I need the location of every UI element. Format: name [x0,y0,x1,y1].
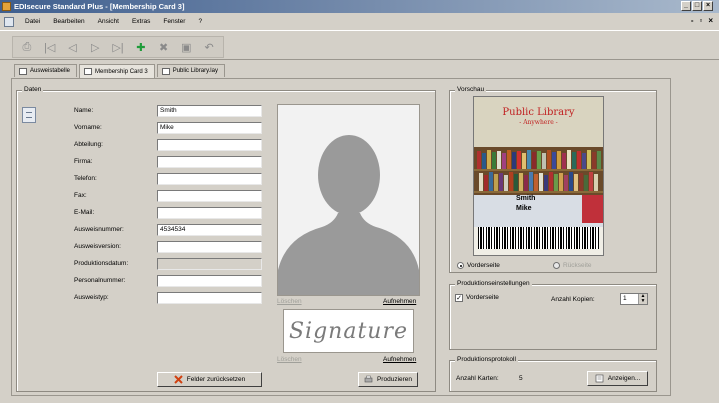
label-fax: Fax: [74,192,87,199]
record-icon [22,107,36,123]
signature-box: Signature [283,309,414,353]
label-ausweisversion: Ausweisversion: [74,243,121,250]
photo-delete-link: Löschen [277,298,302,305]
card-name: Smith Mike [516,195,536,212]
bookshelf-image [474,147,603,195]
label-email: E-Mail: [74,209,95,216]
document-icon[interactable] [4,16,14,27]
reset-fields-button[interactable]: Felder zurücksetzen [157,372,262,387]
firma-field[interactable] [157,156,262,168]
prev-icon[interactable]: ◁ [63,38,83,56]
signature-text: Signature [288,318,409,344]
produktionsdatum-field [157,258,262,270]
label-ausweisnummer: Ausweisnummer: [74,226,124,233]
table-icon [19,67,27,75]
minimize-button[interactable]: _ [681,1,691,11]
mdi-restore-button[interactable]: ▫ [699,16,702,25]
photo-frame [277,104,420,296]
tab-layout[interactable]: Public Library.lay [156,64,225,77]
person-silhouette-icon [278,135,419,295]
layout-icon [161,67,170,75]
menu-datei[interactable]: Datei [23,17,42,26]
print-icon[interactable]: ⎙ [17,38,37,56]
log-icon [595,374,604,383]
label-produktionsdatum: Produktionsdatum: [74,260,129,267]
abteilung-field[interactable] [157,139,262,151]
data-group-title: Daten [22,86,44,93]
label-vorname: Vorname: [74,124,102,131]
next-icon[interactable]: ▷ [85,38,105,56]
reset-x-icon [174,375,183,384]
name-field[interactable]: Smith [157,105,262,117]
ausweistyp-field[interactable] [157,292,262,304]
label-ausweistyp: Ausweistyp: [74,294,109,301]
label-firma: Firma: [74,158,93,165]
cards-count-value: 5 [519,375,523,382]
label-telefon: Telefon: [74,175,97,182]
front-side-label: Vorderseite [467,262,500,269]
fax-field[interactable] [157,190,262,202]
production-log-title: Produktionsprotokoll [455,356,518,363]
document-tabs: Ausweistabelle Membership Card 3 Public … [14,64,225,78]
tab-ausweistabelle[interactable]: Ausweistabelle [14,64,78,77]
undo-icon[interactable]: ↶ [199,38,219,56]
menu-bearbeiten[interactable]: Bearbeiten [51,17,86,26]
show-log-button[interactable]: Anzeigen... [587,371,648,386]
menu-bar: Datei Bearbeiten Ansicht Extras Fenster … [0,14,719,29]
ausweisversion-field[interactable] [157,241,262,253]
cards-count-label: Anzahl Karten: [456,375,499,382]
last-icon[interactable]: ▷| [108,38,128,56]
preview-group-title: Vorschau [455,86,487,93]
barcode [478,227,599,249]
title-bar: EDIsecure Standard Plus - [Membership Ca… [0,0,719,13]
signature-delete-link: Löschen [277,356,302,363]
front-side-checkbox-label: Vorderseite [466,294,499,301]
mdi-minimize-button[interactable]: - [691,16,694,25]
card-preview: Public Library - Anywhere - Smith Mike [473,96,604,256]
back-side-label: Rückseite [563,262,592,269]
copies-label: Anzahl Kopien: [551,296,595,303]
menu-help[interactable]: ? [196,17,204,26]
vorname-field[interactable]: Mike [157,122,262,134]
card-title: Public Library [502,107,575,118]
card-subtitle: - Anywhere - [519,119,558,126]
mdi-controls: - ▫ × [691,16,713,25]
label-personalnummer: Personalnummer: [74,277,126,284]
back-side-radio [553,262,560,269]
menu-ansicht[interactable]: Ansicht [96,17,121,26]
close-button[interactable]: × [703,1,713,11]
produce-button[interactable]: Produzieren [358,372,418,387]
personalnummer-field[interactable] [157,275,262,287]
app-icon [2,2,11,11]
front-side-checkbox[interactable]: ✓ [455,294,463,302]
printer-icon [364,375,373,383]
label-abteilung: Abteilung: [74,141,103,148]
copies-stepper[interactable]: 1 ▲ ▼ [620,293,648,305]
photo-capture-link[interactable]: Aufnehmen [383,298,416,305]
label-name: Name: [74,107,94,114]
maximize-button[interactable]: □ [692,1,702,11]
production-settings-title: Produktionseinstellungen [455,280,532,287]
delete-icon[interactable]: ✖ [154,38,174,56]
email-field[interactable] [157,207,262,219]
front-side-radio[interactable] [457,262,464,269]
toolbar: ⎙ |◁ ◁ ▷ ▷| ✚ ✖ ▣ ↶ [0,30,719,60]
add-icon[interactable]: ✚ [131,38,151,56]
stepper-arrows-icon[interactable]: ▲ ▼ [638,294,647,304]
menu-fenster[interactable]: Fenster [161,17,187,26]
card-icon [84,68,93,75]
ausweisnummer-field[interactable]: 4534534 [157,224,262,236]
telefon-field[interactable] [157,173,262,185]
menu-extras[interactable]: Extras [130,17,152,26]
save-icon[interactable]: ▣ [176,38,196,56]
signature-capture-link[interactable]: Aufnehmen [383,356,416,363]
window-title: EDIsecure Standard Plus - [Membership Ca… [14,2,185,11]
tab-membership-card[interactable]: Membership Card 3 [79,64,155,78]
mdi-close-button[interactable]: × [708,16,713,25]
first-icon[interactable]: |◁ [40,38,60,56]
